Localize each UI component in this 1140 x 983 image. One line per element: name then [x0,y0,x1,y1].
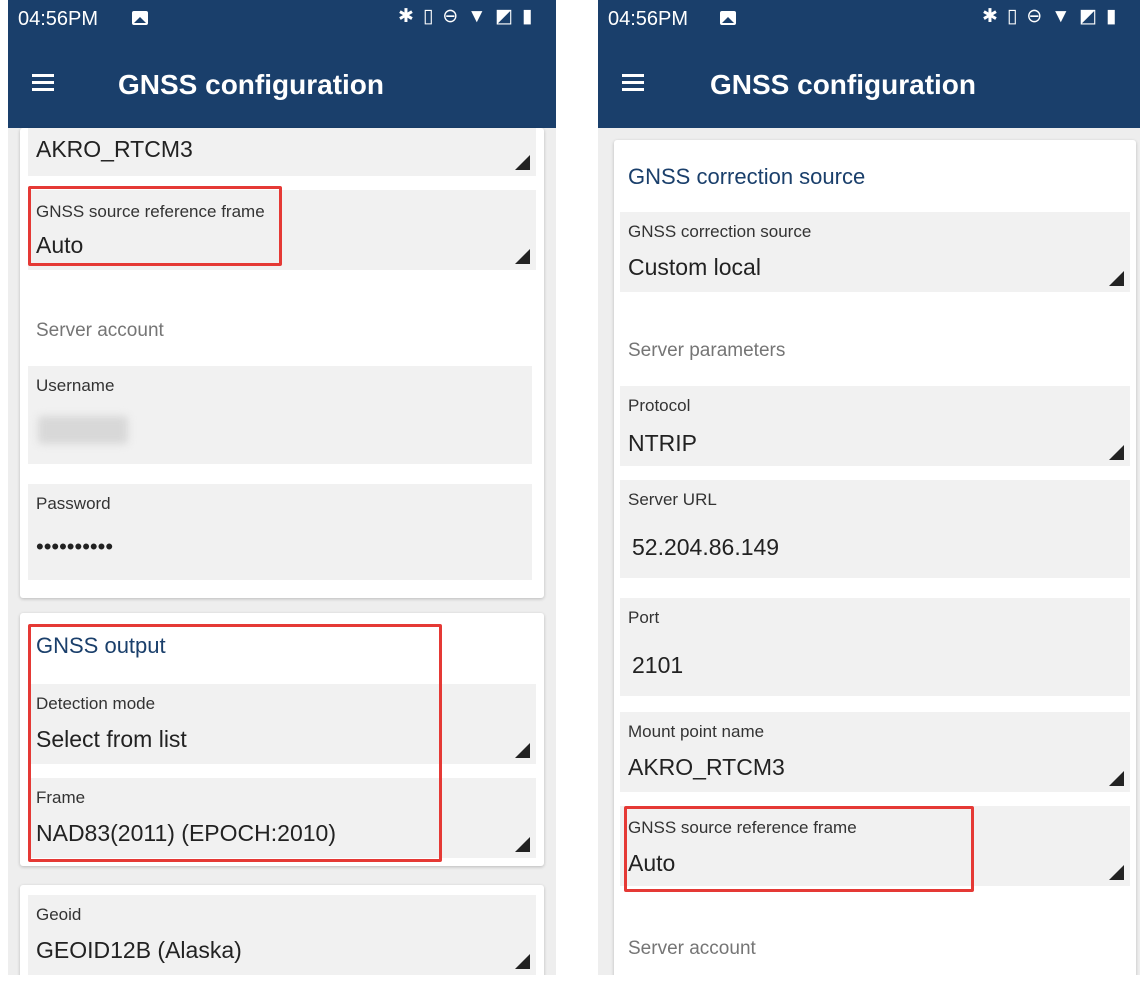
password-value: •••••••••• [36,534,114,559]
image-icon [132,11,148,25]
no-sim-icon: ◩ [1079,6,1098,27]
dropdown-arrow-icon [515,249,530,264]
left-phone-screen: 04:56PM ✱ ▯ ⊖ ▼ ◩ ▮ GNSS configuration A… [8,0,556,975]
app-title: GNSS configuration [710,69,976,100]
geoid-card: Geoid GEOID12B (Alaska) [20,885,544,975]
port-label: Port [628,608,660,627]
protocol-value: NTRIP [628,430,697,456]
server-parameters-label: Server parameters [628,340,786,361]
protocol-label: Protocol [628,396,691,415]
dropdown-arrow-icon [515,155,530,170]
mount-point-dropdown[interactable]: Mount point name AKRO_RTCM3 [620,712,1130,792]
dropdown-arrow-icon [1109,771,1124,786]
dropdown-arrow-icon [1109,445,1124,460]
dropdown-arrow-icon [1109,271,1124,286]
correction-source-label: GNSS correction source [628,222,812,241]
gnss-output-highlight [28,624,442,862]
status-time: 04:56PM [608,8,689,30]
reference-frame-highlight [28,186,282,266]
correction-source-title: GNSS correction source [628,164,866,189]
app-title: GNSS configuration [118,69,384,100]
dropdown-arrow-icon [515,837,530,852]
vibrate-icon: ▯ [1006,6,1018,27]
correction-source-value: Custom local [628,254,761,280]
system-icons: ✱ ▯ ⊖ ▼ ◩ ▮ [398,6,533,28]
port-value: 2101 [632,652,684,678]
reference-frame-highlight [624,806,974,892]
server-account-label: Server account [628,938,756,959]
do-not-disturb-icon: ⊖ [1026,6,1043,27]
system-icons: ✱ ▯ ⊖ ▼ ◩ ▮ [982,6,1117,28]
server-url-field[interactable]: Server URL 52.204.86.149 [620,480,1130,578]
menu-icon[interactable] [32,74,54,91]
no-sim-icon: ◩ [495,6,514,27]
bluetooth-icon: ✱ [982,6,998,27]
geoid-value: GEOID12B (Alaska) [36,937,242,963]
image-icon [720,11,736,25]
mount-point-label: Mount point name [628,722,765,741]
app-bar: GNSS configuration [8,36,556,128]
wifi-icon: ▼ [1051,6,1071,27]
password-field[interactable]: Password •••••••••• [28,484,532,580]
blurred-username-value [38,416,128,444]
do-not-disturb-icon: ⊖ [442,6,459,27]
status-time: 04:56PM [18,8,99,30]
battery-icon: ▮ [1106,6,1117,27]
geoid-label: Geoid [36,905,82,924]
protocol-dropdown[interactable]: Protocol NTRIP [620,386,1130,466]
app-bar: GNSS configuration [598,36,1140,128]
dropdown-arrow-icon [515,743,530,758]
dropdown-arrow-icon [1109,865,1124,880]
mount-point-value: AKRO_RTCM3 [36,136,193,162]
menu-icon[interactable] [622,74,644,91]
port-field[interactable]: Port 2101 [620,598,1130,696]
status-bar: 04:56PM ✱ ▯ ⊖ ▼ ◩ ▮ [598,0,1140,36]
dropdown-arrow-icon [515,954,530,969]
battery-icon: ▮ [522,6,533,27]
mount-point-value: AKRO_RTCM3 [628,754,785,780]
correction-source-dropdown[interactable]: GNSS correction source Custom local [620,212,1130,292]
server-account-label: Server account [36,320,164,341]
username-label: Username [36,376,115,395]
bluetooth-icon: ✱ [398,6,414,27]
geoid-dropdown[interactable]: Geoid GEOID12B (Alaska) [28,895,536,975]
server-url-label: Server URL [628,490,717,509]
password-label: Password [36,494,111,513]
username-field[interactable]: Username [28,366,532,464]
wifi-icon: ▼ [467,6,487,27]
server-url-value: 52.204.86.149 [632,534,780,560]
status-bar: 04:56PM ✱ ▯ ⊖ ▼ ◩ ▮ [8,0,556,36]
vibrate-icon: ▯ [422,6,434,27]
right-phone-screen: 04:56PM ✱ ▯ ⊖ ▼ ◩ ▮ GNSS configuration G… [598,0,1140,975]
mount-point-dropdown[interactable]: AKRO_RTCM3 [28,128,536,176]
